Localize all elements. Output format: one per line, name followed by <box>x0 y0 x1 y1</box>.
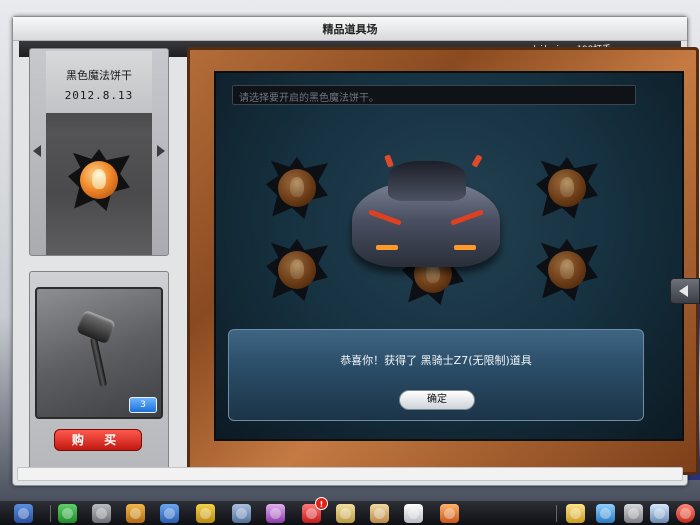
start-icon[interactable] <box>14 504 33 523</box>
window-title: 精品道具场 <box>322 23 378 36</box>
settings-gear-icon[interactable] <box>232 504 251 523</box>
hammer-head-icon <box>75 309 117 345</box>
podium-icon[interactable] <box>126 504 145 523</box>
title-bar[interactable]: 精品道具场 <box>13 17 687 41</box>
magic-cookie-icon <box>68 149 130 211</box>
cookie-slot-3-icon[interactable] <box>536 157 598 219</box>
buy-button[interactable]: 购 买 <box>54 429 142 451</box>
wooden-frame: 请选择要开启的黑色魔法饼干。 恭喜你！获得了 黑骑士Z7(无限制)道具 确定 <box>187 47 699 475</box>
face-icon[interactable] <box>266 504 285 523</box>
status-line <box>17 467 683 481</box>
hammer-icon <box>89 336 108 388</box>
taskbar-separator <box>50 505 51 522</box>
item-date: 2012.8.13 <box>64 89 134 102</box>
taskbar: ! <box>0 497 700 525</box>
cookie-board: 请选择要开启的黑色魔法饼干。 恭喜你！获得了 黑骑士Z7(无限制)道具 确定 <box>214 71 684 441</box>
book-icon[interactable] <box>404 504 423 523</box>
shop-cart-icon[interactable] <box>92 504 111 523</box>
taskbar-separator <box>556 505 557 522</box>
prompt-text: 请选择要开启的黑色魔法饼干。 <box>239 93 379 104</box>
note-icon[interactable] <box>566 504 585 523</box>
confirm-button[interactable]: 确定 <box>399 390 475 410</box>
back-icon[interactable] <box>58 504 77 523</box>
shop-window: 精品道具场 shihuiwen198打手 黑色魔法饼干 2012.8.13 3 … <box>12 16 699 486</box>
wrench-icon[interactable] <box>624 504 643 523</box>
item-card: 黑色魔法饼干 2012.8.13 <box>29 48 169 256</box>
friends-icon[interactable] <box>596 504 615 523</box>
quantity-badge: 3 <box>129 397 157 413</box>
side-panel-toggle[interactable] <box>670 278 700 304</box>
tool-preview[interactable]: 3 <box>35 287 163 419</box>
item-name: 黑色魔法饼干 <box>66 69 132 82</box>
tool-panel: 3 购 买 <box>29 271 169 475</box>
key-icon[interactable] <box>336 504 355 523</box>
chevron-left-icon <box>679 285 688 297</box>
notification-badge: ! <box>315 497 328 510</box>
reward-dialog: 恭喜你！获得了 黑骑士Z7(无限制)道具 确定 <box>228 329 644 421</box>
cookie-slot-4-icon[interactable] <box>266 239 328 301</box>
next-item-arrow-icon[interactable] <box>157 145 165 157</box>
sports-car-icon <box>346 154 506 279</box>
hand-icon[interactable] <box>370 504 389 523</box>
kart-icon[interactable] <box>196 504 215 523</box>
reward-message: 恭喜你！获得了 黑骑士Z7(无限制)道具 <box>340 354 532 367</box>
power-icon[interactable] <box>676 504 695 523</box>
item-card-face: 黑色魔法饼干 2012.8.13 <box>46 51 152 255</box>
speed-icon[interactable] <box>160 504 179 523</box>
cookie-slot-1-icon[interactable] <box>266 157 328 219</box>
previous-item-arrow-icon[interactable] <box>33 145 41 157</box>
search-icon[interactable] <box>650 504 669 523</box>
item-card-header: 黑色魔法饼干 2012.8.13 <box>46 51 152 113</box>
tools-icon[interactable] <box>440 504 459 523</box>
prompt-bar: 请选择要开启的黑色魔法饼干。 <box>232 85 636 105</box>
cookie-slot-6-icon[interactable] <box>536 239 598 301</box>
